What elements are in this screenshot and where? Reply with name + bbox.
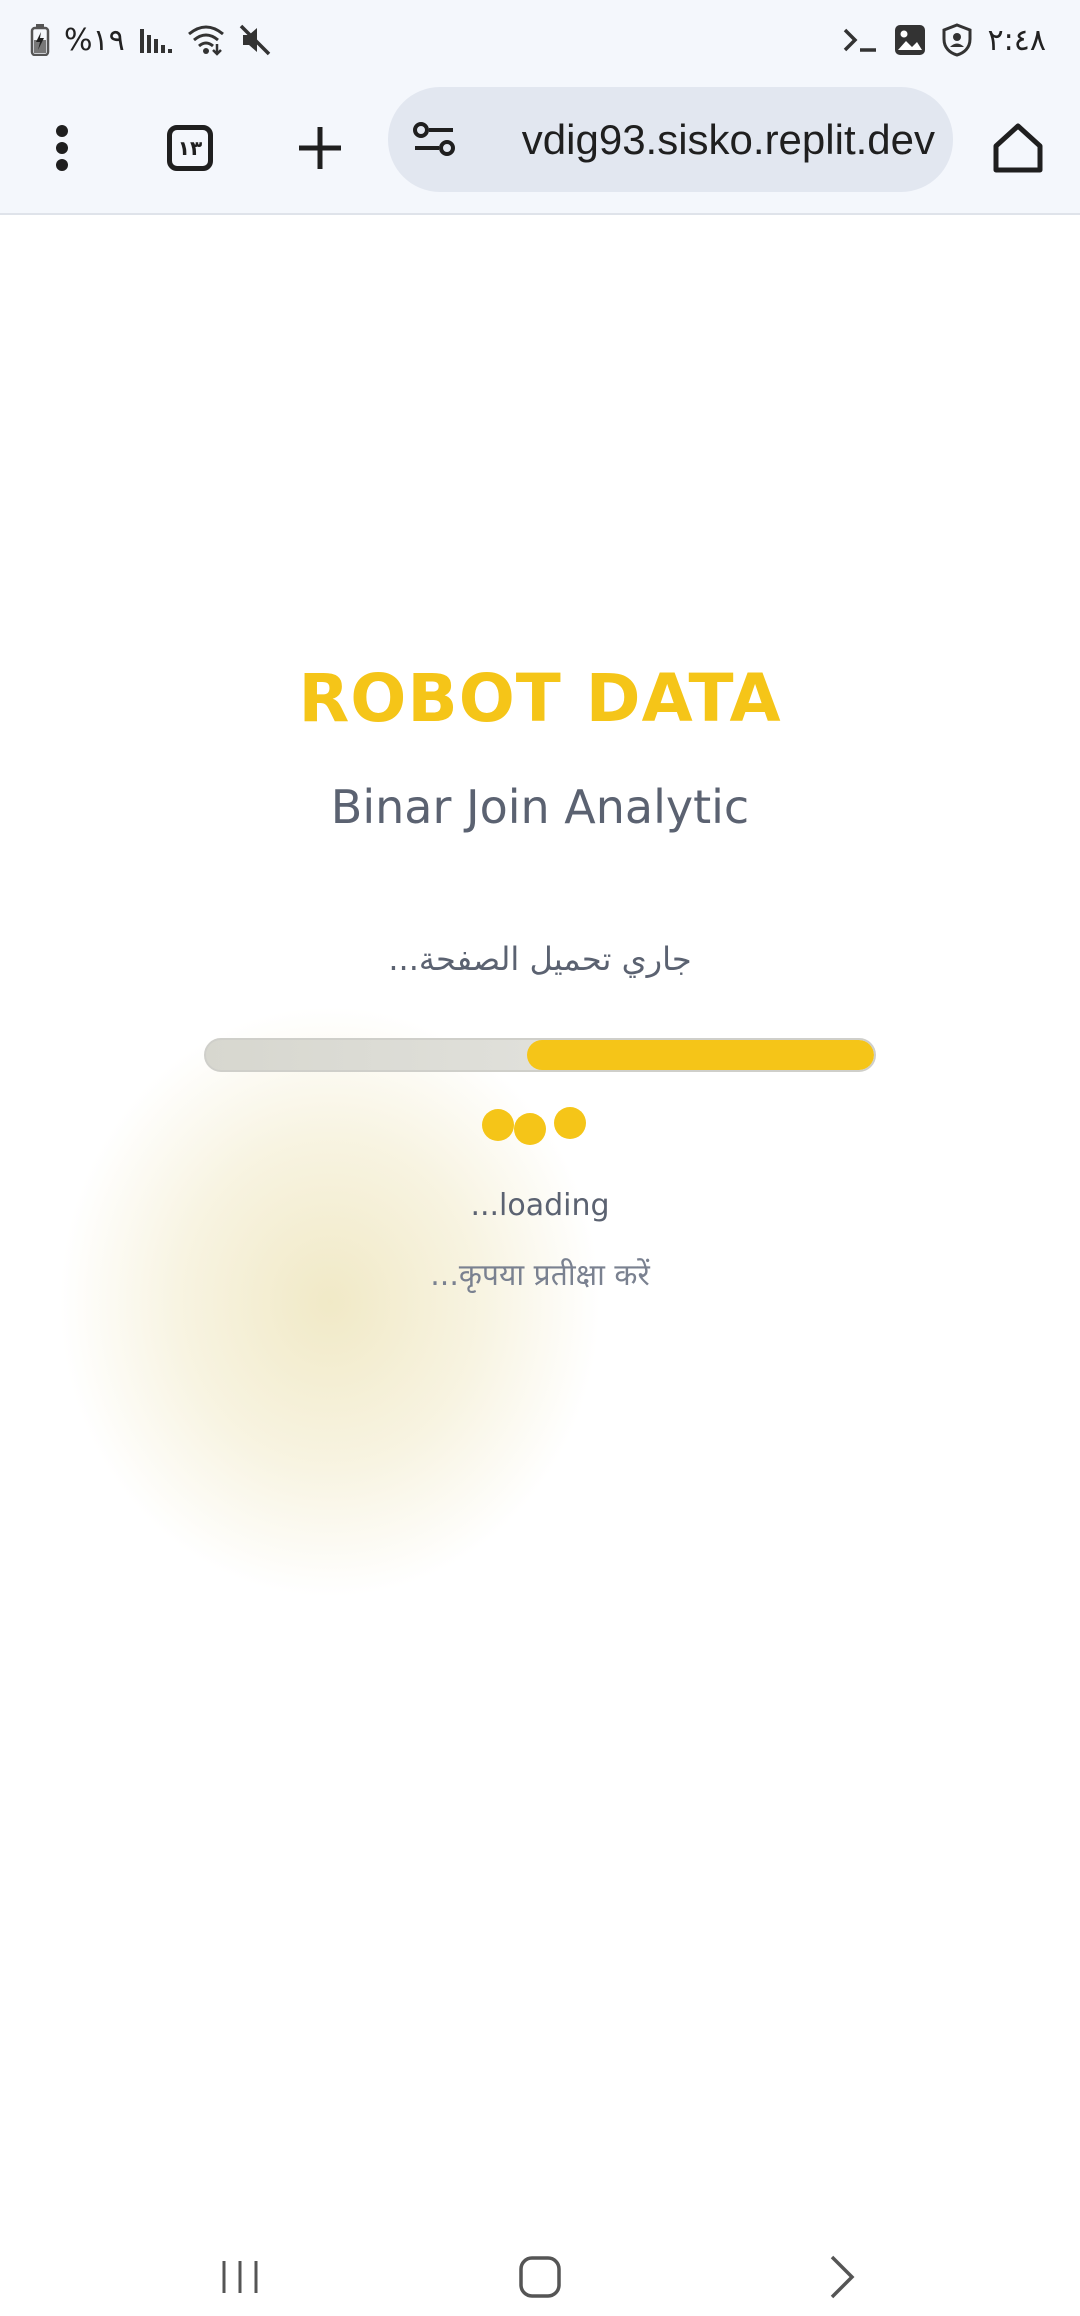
page-content xyxy=(0,217,1080,2237)
recents-icon[interactable] xyxy=(180,2237,300,2316)
url-text[interactable]: vdig93.sisko.replit.dev xyxy=(476,87,935,192)
mute-icon xyxy=(239,24,273,56)
page-subtitle: Binar Join Analytic xyxy=(330,780,750,834)
terminal-icon xyxy=(842,26,878,54)
please-wait-text: ...कृपया प्रतीक्षा करें xyxy=(430,1258,650,1293)
progress-bar xyxy=(204,1038,876,1072)
back-icon[interactable] xyxy=(782,2237,902,2316)
status-bar: %١٩ ٢:٤٨ xyxy=(0,0,1080,80)
tab-count: ١٣ xyxy=(167,125,213,171)
loading-dots xyxy=(478,1105,608,1145)
tab-switcher-button[interactable]: ١٣ xyxy=(150,108,230,188)
gallery-icon xyxy=(894,24,926,56)
loading-dot xyxy=(554,1107,586,1139)
tune-icon[interactable] xyxy=(412,117,456,161)
status-right: ٢:٤٨ xyxy=(842,18,1046,62)
loading-text: ...loading xyxy=(470,1188,610,1223)
more-vert-icon[interactable] xyxy=(22,108,102,188)
signal-icon xyxy=(139,25,173,55)
status-left: %١٩ xyxy=(30,18,273,62)
wifi-icon xyxy=(187,24,225,56)
background-glow xyxy=(60,1007,600,1597)
battery-charging-icon xyxy=(30,24,50,56)
browser-toolbar: ١٣ vdig93.sisko.replit.dev xyxy=(0,80,1080,215)
navigation-bar xyxy=(0,2237,1080,2316)
address-bar[interactable]: vdig93.sisko.replit.dev xyxy=(388,87,953,192)
home-icon[interactable] xyxy=(978,108,1058,188)
clock: ٢:٤٨ xyxy=(987,22,1046,58)
loading-dot xyxy=(482,1109,514,1141)
page-title: ROBOT DATA xyxy=(298,660,782,737)
arabic-loading-text: جاري تحميل الصفحة... xyxy=(388,940,692,978)
shield-icon xyxy=(942,23,972,57)
home-nav-icon[interactable] xyxy=(480,2237,600,2316)
progress-fill xyxy=(526,1040,874,1070)
loading-dot xyxy=(514,1113,546,1145)
battery-percent: %١٩ xyxy=(64,22,125,58)
plus-icon[interactable] xyxy=(280,108,360,188)
